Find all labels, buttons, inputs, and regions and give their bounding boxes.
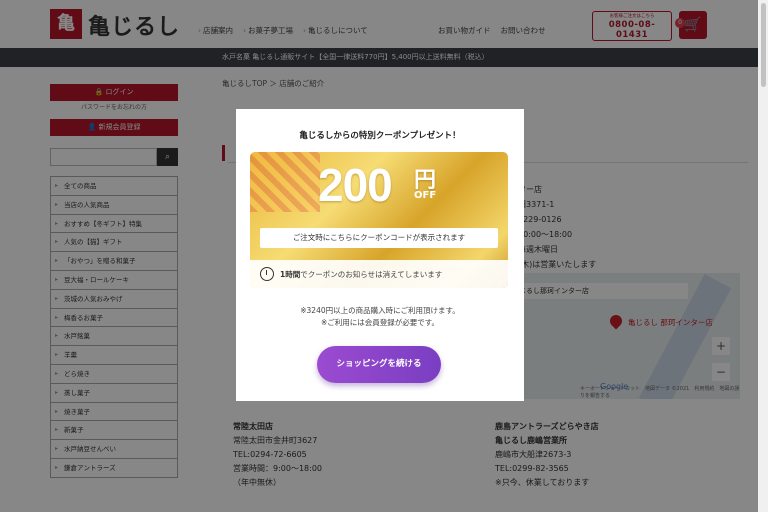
modal-title: 亀じるしからの特別クーポンプレゼント！ bbox=[299, 131, 461, 141]
coupon-value: 200 bbox=[318, 159, 393, 211]
coupon-code-bar: ご注文時にこちらにクーポンコードが表示されます bbox=[260, 228, 498, 248]
coupon-off-label: OFF bbox=[414, 190, 437, 201]
modal-note: ※3240円以上の商品購入時にご利用頂けます。 bbox=[300, 306, 460, 315]
coupon-expiry-info: 1時間でクーポンのお知らせは消えてしまいます bbox=[250, 260, 508, 288]
coupon-expiry-hour: 1時間 bbox=[280, 270, 301, 279]
coupon-expiry-text: 1時間でクーポンのお知らせは消えてしまいます bbox=[280, 269, 442, 280]
clock-icon bbox=[260, 267, 274, 281]
coupon-pattern bbox=[250, 152, 320, 212]
modal-note: ※ご利用には会員登録が必要です。 bbox=[320, 318, 440, 327]
scrollbar-thumb[interactable] bbox=[761, 3, 766, 87]
modal-notes: ※3240円以上の商品購入時にご利用頂けます。 ※ご利用には会員登録が必要です。 bbox=[236, 305, 524, 329]
coupon-expiry-rest: でクーポンのお知らせは消えてしまいます bbox=[300, 270, 443, 279]
coupon-card: 200 円 OFF ご注文時にこちらにクーポンコードが表示されます 1時間でクー… bbox=[250, 152, 508, 288]
continue-shopping-button[interactable]: ショッピングを続ける bbox=[317, 346, 441, 383]
coupon-modal: 亀じるしからの特別クーポンプレゼント！ 200 円 OFF ご注文時にこちらにク… bbox=[236, 109, 524, 401]
